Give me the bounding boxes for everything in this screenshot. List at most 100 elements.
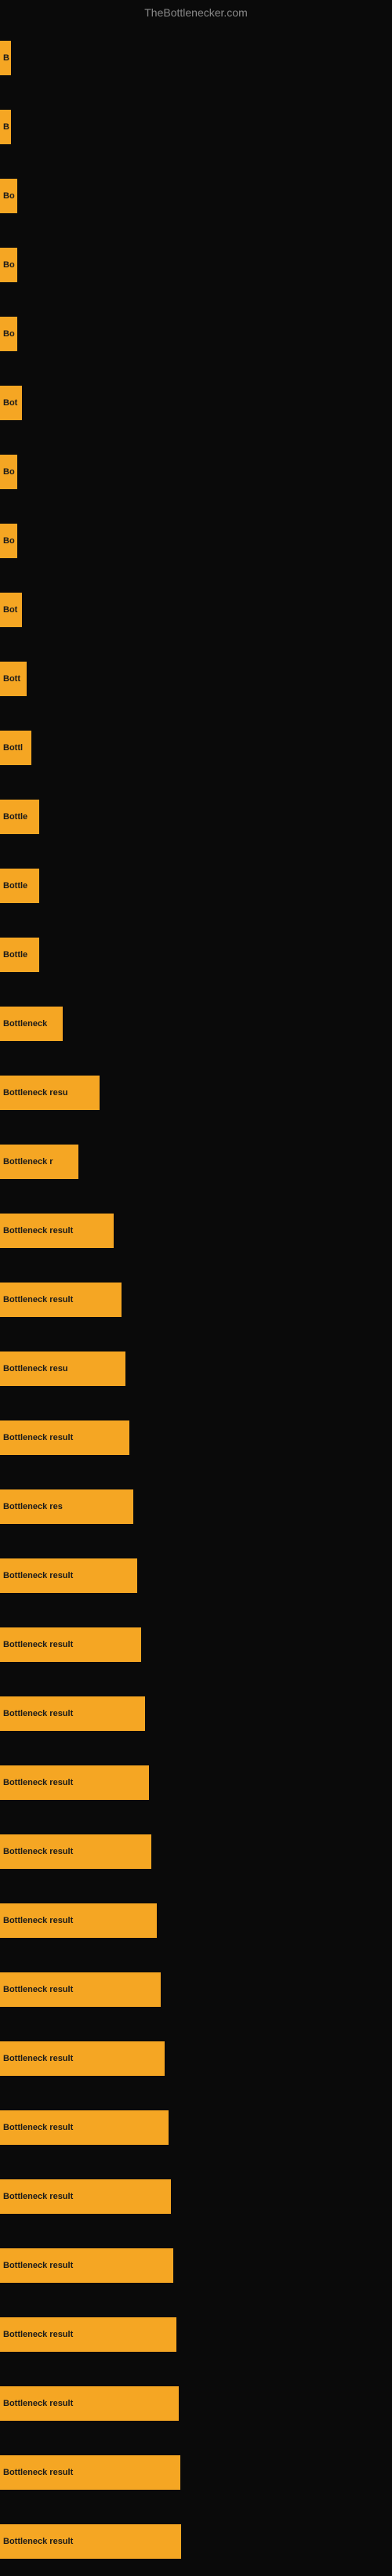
bar-15: Bottleneck (0, 1007, 63, 1041)
bar-34: Bottleneck result (0, 2317, 176, 2352)
bar-row-31: Bottleneck result (0, 2093, 392, 2162)
bar-label-18: Bottleneck result (3, 1226, 73, 1235)
bar-row-32: Bottleneck result (0, 2162, 392, 2231)
bar-row-16: Bottleneck resu (0, 1058, 392, 1127)
bar-28: Bottleneck result (0, 1903, 157, 1938)
bar-row-33: Bottleneck result (0, 2231, 392, 2300)
bar-row-4: Bo (0, 230, 392, 299)
bar-label-15: Bottleneck (3, 1019, 47, 1029)
bar-8: Bo (0, 524, 17, 558)
bar-row-23: Bottleneck result (0, 1541, 392, 1610)
bar-1: B (0, 41, 11, 75)
bar-6: Bot (0, 386, 22, 420)
bar-row-24: Bottleneck result (0, 1610, 392, 1679)
bar-13: Bottle (0, 869, 39, 903)
bar-16: Bottleneck resu (0, 1076, 100, 1110)
bar-label-5: Bo (3, 329, 15, 339)
bar-4: Bo (0, 248, 17, 282)
bar-label-22: Bottleneck res (3, 1502, 63, 1511)
bar-label-16: Bottleneck resu (3, 1088, 68, 1098)
bar-26: Bottleneck result (0, 1765, 149, 1800)
bar-row-20: Bottleneck resu (0, 1334, 392, 1403)
bar-row-22: Bottleneck res (0, 1472, 392, 1541)
bar-10: Bott (0, 662, 27, 696)
bar-label-21: Bottleneck result (3, 1433, 73, 1442)
bar-27: Bottleneck result (0, 1834, 151, 1869)
bar-9: Bot (0, 593, 22, 627)
bar-30: Bottleneck result (0, 2041, 165, 2076)
bar-label-17: Bottleneck r (3, 1157, 53, 1166)
bar-label-27: Bottleneck result (3, 1847, 73, 1856)
bar-22: Bottleneck res (0, 1489, 133, 1524)
bar-row-28: Bottleneck result (0, 1886, 392, 1955)
bar-33: Bottleneck result (0, 2248, 173, 2283)
bar-20: Bottleneck resu (0, 1351, 125, 1386)
bar-label-2: B (3, 122, 9, 132)
bar-label-20: Bottleneck resu (3, 1364, 68, 1373)
site-title: TheBottlenecker.com (0, 0, 392, 22)
bar-24: Bottleneck result (0, 1627, 141, 1662)
bar-label-13: Bottle (3, 881, 27, 891)
bar-12: Bottle (0, 800, 39, 834)
bar-36: Bottleneck result (0, 2455, 180, 2490)
bar-35: Bottleneck result (0, 2386, 179, 2421)
bar-row-30: Bottleneck result (0, 2024, 392, 2093)
bar-19: Bottleneck result (0, 1283, 122, 1317)
bar-label-8: Bo (3, 536, 15, 546)
bar-row-36: Bottleneck result (0, 2438, 392, 2507)
bar-label-34: Bottleneck result (3, 2330, 73, 2339)
bar-row-5: Bo (0, 299, 392, 368)
bar-label-24: Bottleneck result (3, 1640, 73, 1649)
bar-25: Bottleneck result (0, 1696, 145, 1731)
bar-row-6: Bot (0, 368, 392, 437)
bar-label-7: Bo (3, 467, 15, 477)
bars-container: B B Bo Bo Bo Bot Bo Bo Bot Bott Bottl Bottle Bottle B… (0, 24, 392, 2576)
bar-label-28: Bottleneck result (3, 1916, 73, 1925)
bar-label-12: Bottle (3, 812, 27, 822)
bar-label-26: Bottleneck result (3, 1778, 73, 1787)
bar-label-32: Bottleneck result (3, 2192, 73, 2201)
bar-label-6: Bot (3, 398, 17, 408)
bar-label-14: Bottle (3, 950, 27, 960)
bar-label-33: Bottleneck result (3, 2261, 73, 2270)
bar-21: Bottleneck result (0, 1420, 129, 1455)
bar-5: Bo (0, 317, 17, 351)
bar-18: Bottleneck result (0, 1214, 114, 1248)
bar-label-35: Bottleneck result (3, 2399, 73, 2408)
bar-31: Bottleneck result (0, 2110, 169, 2145)
bar-2: B (0, 110, 11, 144)
bar-row-7: Bo (0, 437, 392, 506)
bar-row-1: B (0, 24, 392, 93)
bar-17: Bottleneck r (0, 1145, 78, 1179)
bar-row-9: Bot (0, 575, 392, 644)
bar-row-27: Bottleneck result (0, 1817, 392, 1886)
bar-37: Bottleneck result (0, 2524, 181, 2559)
bar-label-4: Bo (3, 260, 15, 270)
bar-label-11: Bottl (3, 743, 23, 753)
bar-label-19: Bottleneck result (3, 1295, 73, 1304)
bar-label-1: B (3, 53, 9, 63)
bar-29: Bottleneck result (0, 1972, 161, 2007)
bar-label-9: Bot (3, 605, 17, 615)
bar-row-17: Bottleneck r (0, 1127, 392, 1196)
bar-label-3: Bo (3, 191, 15, 201)
bar-label-36: Bottleneck result (3, 2468, 73, 2477)
bar-label-23: Bottleneck result (3, 1571, 73, 1580)
bar-row-37: Bottleneck result (0, 2507, 392, 2576)
bar-row-2: B (0, 93, 392, 161)
bar-label-29: Bottleneck result (3, 1985, 73, 1994)
bar-row-14: Bottle (0, 920, 392, 989)
bar-row-18: Bottleneck result (0, 1196, 392, 1265)
bar-label-10: Bott (3, 674, 20, 684)
bar-3: Bo (0, 179, 17, 213)
bar-row-8: Bo (0, 506, 392, 575)
bar-row-3: Bo (0, 161, 392, 230)
bar-label-37: Bottleneck result (3, 2537, 73, 2546)
bar-row-34: Bottleneck result (0, 2300, 392, 2369)
bar-row-25: Bottleneck result (0, 1679, 392, 1748)
bar-32: Bottleneck result (0, 2179, 171, 2214)
bar-label-30: Bottleneck result (3, 2054, 73, 2063)
bar-row-19: Bottleneck result (0, 1265, 392, 1334)
bar-row-21: Bottleneck result (0, 1403, 392, 1472)
bar-row-29: Bottleneck result (0, 1955, 392, 2024)
